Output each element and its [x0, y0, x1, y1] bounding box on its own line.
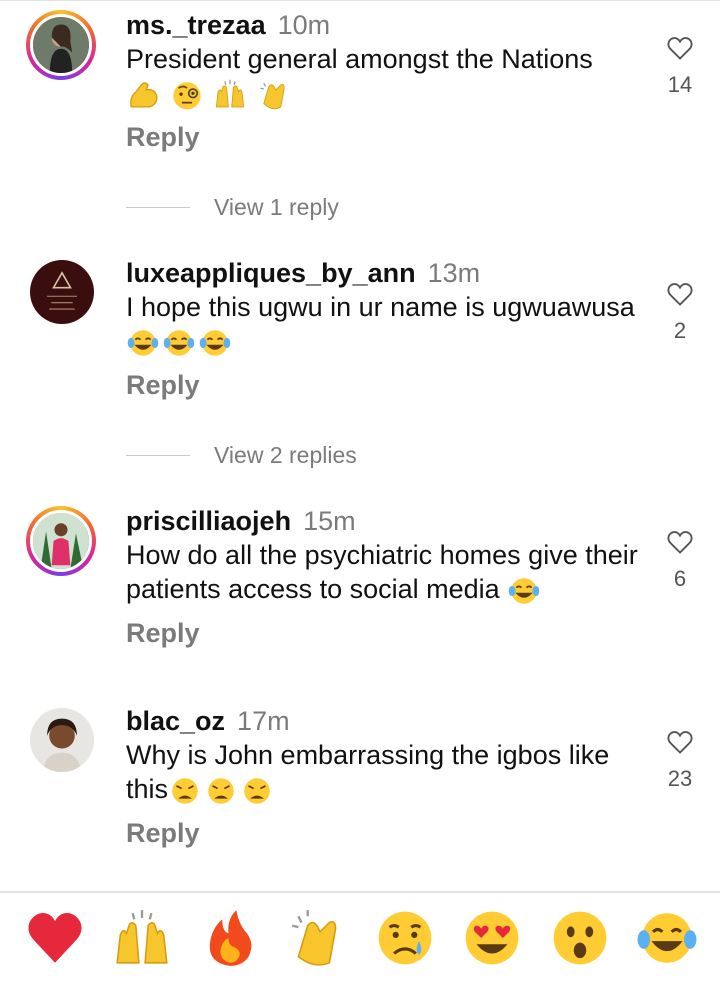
reply-button[interactable]: Reply — [126, 818, 200, 849]
reaction-bar-divider — [0, 891, 720, 893]
red-heart-icon[interactable] — [22, 905, 88, 971]
like-button[interactable]: 2 — [660, 280, 700, 344]
tears-of-joy-icon — [507, 574, 541, 608]
reply-button[interactable]: Reply — [126, 122, 200, 153]
like-button[interactable]: 14 — [660, 34, 700, 98]
comment-text: I hope this ugwu in ur name is ugwuawusa — [126, 290, 646, 360]
reply-thread-line — [126, 455, 190, 456]
heart-outline-icon[interactable] — [666, 528, 694, 556]
username[interactable]: blac_oz — [126, 706, 225, 736]
weary-face-icon — [204, 774, 238, 808]
heart-eyes-icon[interactable] — [459, 905, 525, 971]
timestamp: 13m — [427, 258, 481, 288]
avatar[interactable] — [26, 506, 96, 576]
like-count: 6 — [673, 566, 687, 591]
like-count: 23 — [667, 766, 693, 791]
tears-of-joy-icon[interactable] — [634, 905, 700, 971]
reply-thread-line — [126, 207, 190, 208]
reply-button[interactable]: Reply — [126, 370, 200, 401]
astonished-face-icon[interactable] — [547, 905, 613, 971]
fire-icon[interactable] — [197, 905, 263, 971]
username[interactable]: luxeappliques_by_ann — [126, 258, 416, 288]
like-button[interactable]: 6 — [660, 528, 700, 592]
tears-of-joy-icon — [162, 326, 196, 360]
quick-reaction-bar — [0, 905, 720, 977]
avatar[interactable] — [30, 708, 94, 772]
comment-text: How do all the psychiatric homes give th… — [126, 538, 646, 608]
avatar[interactable] — [26, 10, 96, 80]
timestamp: 15m — [303, 506, 356, 536]
timestamp: 10m — [277, 10, 331, 40]
avatar[interactable] — [30, 260, 94, 324]
clapping-hands-icon[interactable] — [284, 905, 350, 971]
heart-outline-icon[interactable] — [666, 280, 694, 308]
like-button[interactable]: 23 — [660, 728, 700, 792]
reply-button[interactable]: Reply — [126, 618, 200, 649]
clapping-hands-icon — [257, 78, 291, 112]
view-replies-link[interactable]: View 1 reply — [126, 194, 339, 221]
comment-text: President general amongst the Nations — [126, 42, 646, 112]
crying-face-icon[interactable] — [372, 905, 438, 971]
heart-outline-icon[interactable] — [666, 34, 694, 62]
view-replies-link[interactable]: View 2 replies — [126, 442, 357, 469]
flexed-biceps-icon — [126, 78, 160, 112]
raising-hands-icon[interactable] — [109, 905, 175, 971]
username[interactable]: priscilliaojeh — [126, 506, 291, 536]
comment-text: Why is John embarrassing the igbos like … — [126, 738, 646, 808]
monocle-face-icon — [170, 78, 204, 112]
timestamp: 17m — [237, 706, 290, 736]
top-divider — [0, 0, 720, 1]
like-count: 2 — [673, 318, 687, 343]
username[interactable]: ms._trezaa — [126, 10, 266, 40]
weary-face-icon — [168, 774, 202, 808]
tears-of-joy-icon — [198, 326, 232, 360]
raising-hands-icon — [213, 78, 247, 112]
heart-outline-icon[interactable] — [666, 728, 694, 756]
like-count: 14 — [667, 72, 693, 97]
weary-face-icon — [240, 774, 274, 808]
tears-of-joy-icon — [126, 326, 160, 360]
